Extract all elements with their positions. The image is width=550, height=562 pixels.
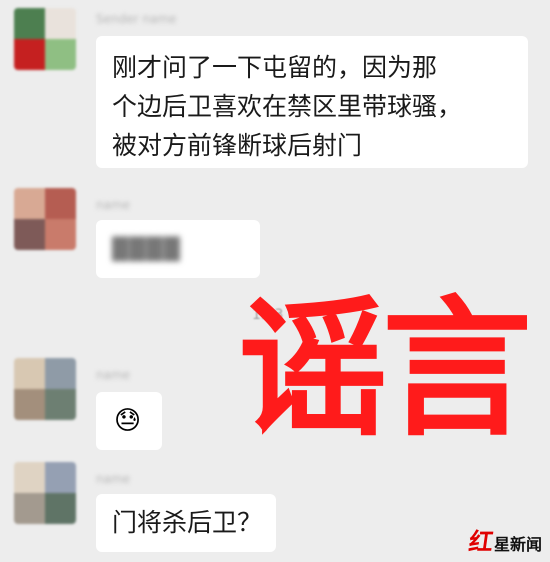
sender-name: name bbox=[96, 198, 131, 212]
sender-name: Sender name bbox=[96, 12, 177, 26]
message-bubble[interactable]: ████ bbox=[96, 220, 260, 278]
sender-avatar[interactable] bbox=[14, 358, 76, 420]
message-bubble[interactable]: 😓 bbox=[96, 392, 162, 450]
source-watermark: 红 星新闻 bbox=[467, 527, 542, 556]
message-bubble[interactable]: 刚才问了一下屯留的，因为那 个边后卫喜欢在禁区里带球骚， 被对方前锋断球后射门 bbox=[96, 36, 528, 168]
sweat-emoji-icon: 😓 bbox=[114, 406, 142, 436]
message-bubble[interactable]: 门将杀后卫？ bbox=[96, 494, 276, 552]
rumor-stamp: 谣言 bbox=[238, 281, 532, 457]
message-line: 个边后卫喜欢在禁区里带球骚， bbox=[112, 92, 463, 121]
message-line: 刚才问了一下屯留的，因为那 bbox=[112, 53, 438, 82]
sender-avatar[interactable] bbox=[14, 8, 76, 70]
sender-name: name bbox=[96, 472, 131, 486]
sender-avatar[interactable] bbox=[14, 462, 76, 524]
message-text: 门将杀后卫？ bbox=[112, 508, 263, 537]
sender-name: name bbox=[96, 368, 131, 382]
message-line: 被对方前锋断球后射门 bbox=[112, 131, 363, 160]
watermark-text: 星新闻 bbox=[493, 535, 542, 554]
blurred-message-text: ████ bbox=[112, 237, 181, 261]
watermark-mark: 红 bbox=[467, 527, 496, 556]
sender-avatar[interactable] bbox=[14, 188, 76, 250]
